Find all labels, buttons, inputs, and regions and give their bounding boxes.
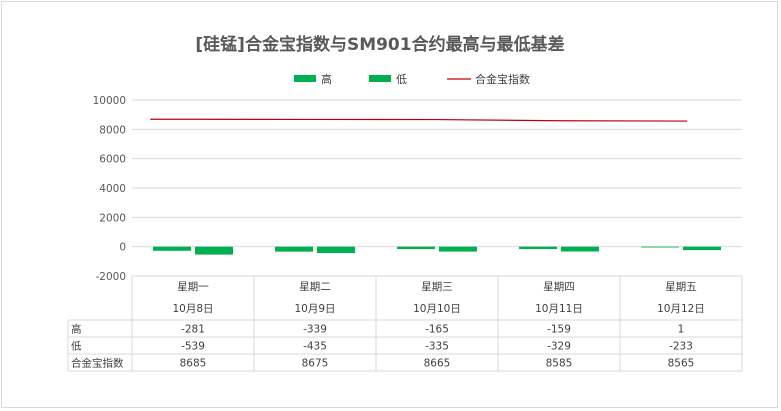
data-table: 星期一 10月8日 星期二 10月9日 星期三 10月10日 星期四 10月11日 星期五 10月… xyxy=(67,276,743,372)
category-label: 星期二 xyxy=(299,281,331,293)
cell-value: 8685 xyxy=(180,358,207,370)
line-合金宝指数 xyxy=(150,118,688,122)
cell-value: -165 xyxy=(425,324,449,336)
bar-高 xyxy=(397,246,435,250)
cell-value: -335 xyxy=(425,341,449,353)
bar-高 xyxy=(153,246,191,251)
date-label: 10月10日 xyxy=(413,303,461,315)
y-tick-label: -2000 xyxy=(95,271,126,283)
date-label: 10月11日 xyxy=(535,303,583,315)
bar-低 xyxy=(439,246,477,252)
y-tick-label: 10000 xyxy=(93,95,126,107)
category-label: 星期五 xyxy=(665,281,697,293)
legend-label-低: 低 xyxy=(396,73,407,86)
cell-value: -339 xyxy=(303,324,327,336)
y-tick-label: 6000 xyxy=(99,154,126,166)
bar-低 xyxy=(195,246,233,255)
chart-canvas: [硅锰]合金宝指数与SM901合约最高与最低基差 高低合金宝指数 1000080… xyxy=(67,34,743,372)
bar-低 xyxy=(317,246,355,254)
legend-swatch-低 xyxy=(369,75,391,82)
y-tick-label: 0 xyxy=(119,242,126,254)
cell-value: 8675 xyxy=(302,358,329,370)
row-label: 低 xyxy=(71,340,82,353)
legend-swatch-高 xyxy=(294,75,316,82)
date-label: 10月8日 xyxy=(172,303,213,315)
bar-低 xyxy=(683,246,721,251)
cell-value: -159 xyxy=(547,324,571,336)
cell-value: -281 xyxy=(181,324,205,336)
chart-title: [硅锰]合金宝指数与SM901合约最高与最低基差 xyxy=(195,34,564,55)
bar-高 xyxy=(641,246,679,248)
cell-value: -329 xyxy=(547,341,571,353)
row-label: 合金宝指数 xyxy=(71,357,124,370)
legend-label-高: 高 xyxy=(321,72,332,86)
cell-value: 8585 xyxy=(546,358,573,370)
bar-高 xyxy=(275,246,313,252)
cell-value: -233 xyxy=(669,341,693,353)
legend: 高 低 合金宝指数 xyxy=(294,72,530,86)
y-tick-label: 2000 xyxy=(99,212,126,224)
category-label: 星期四 xyxy=(543,281,575,293)
cell-value: -435 xyxy=(303,341,327,353)
y-tick-label: 4000 xyxy=(99,183,126,195)
legend-label-合金宝指数: 合金宝指数 xyxy=(475,72,530,86)
category-label: 星期三 xyxy=(421,281,453,293)
category-label: 星期一 xyxy=(177,281,209,293)
plot-area: 10000 8000 6000 4000 2000 0 -2000 xyxy=(93,95,742,283)
cell-value: 8565 xyxy=(668,358,695,370)
chart-frame: [硅锰]合金宝指数与SM901合约最高与最低基差 高低合金宝指数 10000 80… xyxy=(1,1,778,408)
bar-低 xyxy=(561,246,599,252)
bar-高 xyxy=(519,246,557,249)
y-tick-label: 8000 xyxy=(99,124,126,136)
cell-value: -539 xyxy=(181,341,205,353)
cell-value: 8665 xyxy=(424,358,451,370)
date-label: 10月12日 xyxy=(657,303,705,315)
date-label: 10月9日 xyxy=(294,303,335,315)
cell-value: 1 xyxy=(678,324,685,336)
row-label: 高 xyxy=(71,323,82,336)
